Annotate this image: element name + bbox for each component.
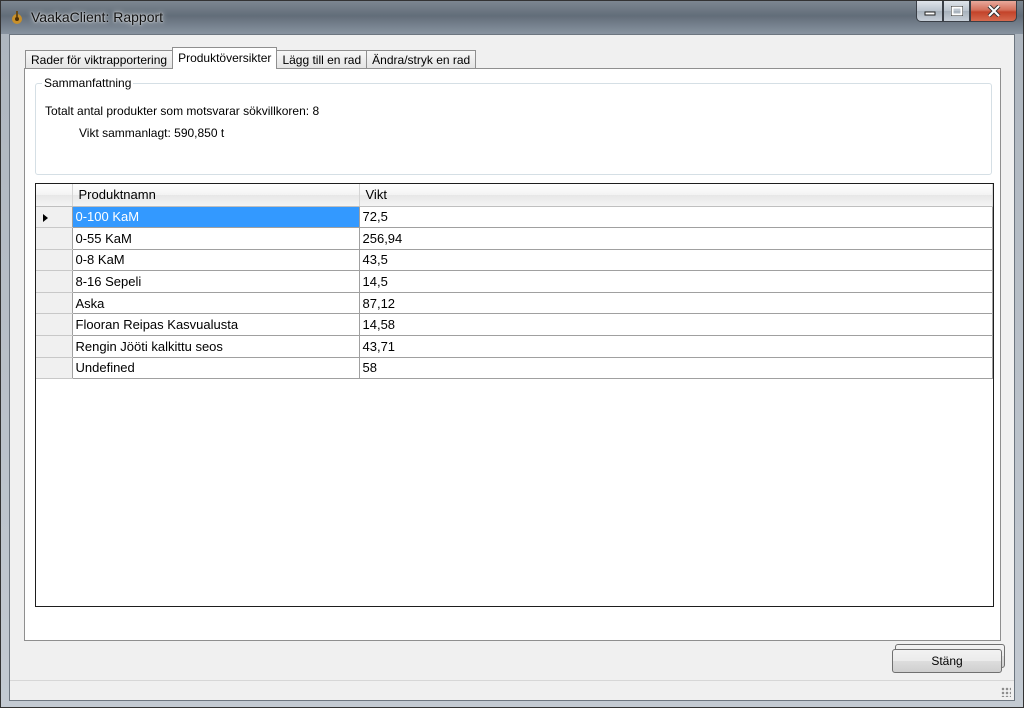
resize-grip-icon[interactable]	[1001, 687, 1011, 697]
client-area: Rader för viktrapportering Produktöversi…	[9, 34, 1015, 701]
cell-vikt[interactable]: 72,5	[359, 206, 993, 229]
row-header[interactable]	[36, 227, 73, 250]
cell-produktnamn[interactable]: 0-8 KaM	[72, 249, 360, 272]
tab-add-row[interactable]: Lägg till en rad	[276, 50, 368, 69]
cell-produktnamn[interactable]: 8-16 Sepeli	[72, 270, 360, 293]
total-weight-text: Vikt sammanlagt: 590,850 t	[79, 126, 225, 140]
row-header[interactable]	[36, 270, 73, 293]
cell-vikt[interactable]: 14,58	[359, 313, 993, 337]
table-row[interactable]: 0-100 KaM 72,5	[36, 206, 993, 229]
grid-corner-header[interactable]	[36, 184, 73, 207]
cell-vikt[interactable]: 14,5	[359, 270, 993, 293]
tab-product-overview[interactable]: Produktöversikter	[172, 47, 278, 69]
close-button[interactable]: Stäng	[892, 649, 1002, 673]
total-count-text: Totalt antal produkter som motsvarar sök…	[45, 104, 320, 118]
row-header[interactable]	[36, 206, 73, 229]
maximize-button[interactable]	[943, 1, 970, 22]
close-icon	[987, 5, 1000, 17]
grid-body: 0-100 KaM 72,5 0-55 KaM 256,94 0-8 KaM 43,5 8-…	[36, 206, 993, 380]
cell-produktnamn[interactable]: 0-100 KaM	[72, 206, 360, 229]
product-overview-panel: Sammanfattning Totalt antal produkter so…	[24, 68, 1005, 668]
window-controls	[916, 1, 1017, 22]
minimize-button[interactable]	[916, 1, 943, 22]
report-window: VaakaClient: Rapport Rader för viktrappo…	[0, 0, 1024, 708]
row-header[interactable]	[36, 249, 73, 272]
column-header-produktnamn[interactable]: Produktnamn	[72, 184, 360, 207]
table-row[interactable]: Flooran Reipas Kasvualusta 14,58	[36, 313, 993, 337]
product-table: Produktnamn Vikt 0-100 KaM 72,5 0-55 KaM 25…	[36, 184, 993, 380]
table-row[interactable]: 8-16 Sepeli 14,5	[36, 270, 993, 293]
window-title: VaakaClient: Rapport	[31, 9, 164, 25]
column-header-vikt[interactable]: Vikt	[359, 184, 993, 207]
cell-produktnamn[interactable]: Aska	[72, 292, 360, 315]
cell-vikt[interactable]: 43,71	[359, 335, 993, 358]
table-row[interactable]: Aska 87,12	[36, 292, 993, 315]
table-row[interactable]: 0-8 KaM 43,5	[36, 249, 993, 272]
cell-produktnamn[interactable]: Flooran Reipas Kasvualusta	[72, 313, 360, 337]
table-row[interactable]: Rengin Jööti kalkittu seos 43,71	[36, 335, 993, 358]
tab-weight-rows[interactable]: Rader för viktrapportering	[25, 50, 174, 69]
cell-produktnamn[interactable]: Undefined	[72, 357, 360, 380]
table-row[interactable]: Undefined 58	[36, 357, 993, 380]
summary-groupbox: Sammanfattning Totalt antal produkter so…	[35, 76, 992, 175]
cell-vikt[interactable]: 43,5	[359, 249, 993, 272]
cell-vikt[interactable]: 87,12	[359, 292, 993, 315]
cell-produktnamn[interactable]: Rengin Jööti kalkittu seos	[72, 335, 360, 358]
close-window-button[interactable]	[970, 1, 1017, 22]
row-header[interactable]	[36, 292, 73, 315]
row-header[interactable]	[36, 335, 73, 358]
summary-legend: Sammanfattning	[42, 76, 134, 90]
cell-vikt[interactable]: 58	[359, 357, 993, 380]
grid-header-row: Produktnamn Vikt	[36, 184, 993, 207]
product-grid[interactable]: Produktnamn Vikt 0-100 KaM 72,5 0-55 KaM 25…	[35, 183, 994, 607]
row-header[interactable]	[36, 357, 73, 380]
table-row[interactable]: 0-55 KaM 256,94	[36, 227, 993, 250]
maximize-icon	[950, 6, 963, 16]
app-icon	[12, 11, 22, 24]
current-row-arrow-icon	[43, 213, 48, 222]
minimize-icon	[924, 11, 935, 16]
tab-edit-row[interactable]: Ändra/stryk en rad	[366, 50, 477, 69]
tab-strip: Rader för viktrapportering Produktöversi…	[25, 47, 477, 69]
status-bar	[10, 680, 1014, 700]
cell-vikt[interactable]: 256,94	[359, 227, 993, 250]
row-header[interactable]	[36, 313, 73, 337]
title-bar[interactable]: VaakaClient: Rapport	[1, 1, 1023, 34]
cell-produktnamn[interactable]: 0-55 KaM	[72, 227, 360, 250]
